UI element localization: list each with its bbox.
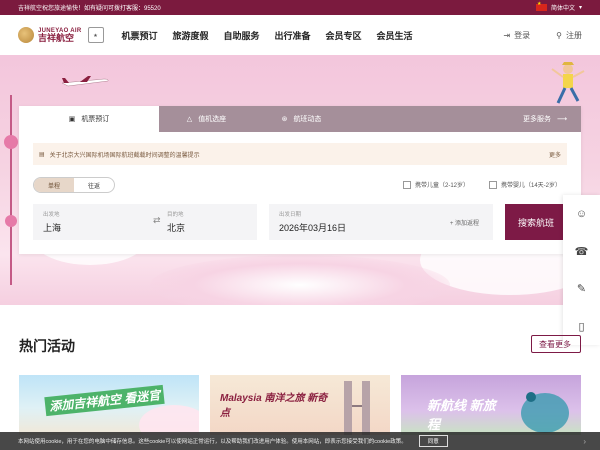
activity-card[interactable]: 添加吉祥航空 看迷官	[19, 375, 199, 435]
child-checkbox[interactable]: 携带儿童（2-12岁）	[403, 180, 469, 189]
side-toolbar: ☺ ☎ ✎ ▯	[563, 195, 600, 345]
flower-decoration	[150, 255, 450, 305]
infant-checkbox[interactable]: 携带婴儿（14天-2岁）	[489, 180, 561, 189]
cookie-text: 本网站使用cookie，用于在您的电脑中储存信息。这些cookie可以使网站正常…	[18, 439, 407, 445]
from-input[interactable]: 上海	[43, 221, 61, 234]
logo-chinese: 吉祥航空	[38, 32, 75, 43]
login-icon: ⇥	[503, 30, 511, 40]
ticket-icon: ▣	[68, 116, 76, 123]
search-flights-button[interactable]: 搜索航班	[505, 204, 567, 240]
arrow-right-icon: ⟶	[556, 116, 567, 123]
checkbox-icon	[403, 180, 411, 189]
date-field[interactable]: 出发日期 2026年03月16日 + 添加返程	[269, 204, 493, 240]
notice-text: 关于北京大兴国际机场国际航班截载时间调整的温馨提示	[49, 152, 200, 159]
notice-bar[interactable]: ▤ 关于北京大兴国际机场国际航班截载时间调整的温馨提示 更多	[33, 143, 567, 165]
trip-type-toggle: 单程 往返	[33, 177, 115, 193]
trip-one-way-button[interactable]: 单程	[34, 178, 74, 192]
trip-round-button[interactable]: 往返	[74, 178, 114, 192]
language-selector[interactable]: 简体中文 ▾	[535, 1, 582, 12]
seat-icon: △	[186, 116, 193, 123]
to-label: 目的地	[167, 212, 184, 218]
site-logo[interactable]: JUNEYAO AIR 吉祥航空 ★	[18, 27, 108, 43]
to-input[interactable]: 北京	[167, 221, 185, 234]
booking-panel: ▣ 机票预订 △ 值机选座 ⊛ 航班动态 更多服务 ⟶ ▤ 关于北京大兴国际机场…	[19, 106, 581, 254]
peacock-illustration	[521, 392, 569, 433]
tab-checkin[interactable]: △ 值机选座	[159, 106, 254, 132]
hot-activities-title: 热门活动	[19, 338, 75, 354]
close-icon[interactable]: ›	[583, 437, 586, 446]
from-label: 出发地	[43, 212, 60, 218]
user-icon: ⚲	[556, 30, 562, 40]
notice-more-link[interactable]: 更多	[549, 150, 561, 159]
activity-card-text: Malaysia 南洋之旅 新奇点	[220, 393, 328, 419]
chevron-down-icon: ▾	[578, 5, 582, 11]
add-return-button[interactable]: + 添加返程	[450, 218, 479, 227]
swap-route-icon[interactable]: ⇄	[153, 215, 161, 226]
route-field: 出发地 上海 ⇄ 目的地 北京	[33, 204, 257, 240]
plane-status-icon: ⊛	[281, 116, 288, 123]
notice-icon: ▤	[39, 151, 45, 158]
more-services-tab[interactable]: 更多服务 ⟶	[491, 106, 581, 132]
nav-item-self-service[interactable]: 自助服务	[216, 29, 267, 42]
nav-item-holiday[interactable]: 旅游度假	[165, 29, 216, 42]
date-input[interactable]: 2026年03月16日	[279, 221, 346, 234]
side-headset-icon[interactable]: ☎	[563, 233, 600, 271]
nav-item-member-zone[interactable]: 会员专区	[318, 29, 369, 42]
booking-tabs: ▣ 机票预订 △ 值机选座 ⊛ 航班动态 更多服务 ⟶	[19, 106, 581, 132]
cookie-accept-button[interactable]: 同意	[418, 435, 448, 447]
language-label: 简体中文	[550, 6, 575, 12]
activity-card[interactable]: Malaysia 南洋之旅 新奇点	[210, 375, 390, 435]
china-flag-icon	[535, 1, 547, 11]
checkbox-icon	[489, 180, 497, 189]
nav-item-travel-prep[interactable]: 出行准备	[267, 29, 318, 42]
tab-flight-booking[interactable]: ▣ 机票预订	[19, 106, 159, 132]
juneyao-logo-icon	[18, 27, 34, 43]
nav-item-flight-booking[interactable]: 机票预订	[114, 29, 165, 42]
pearl-tower-illustration	[4, 95, 18, 285]
top-notice-text: 吉祥航空祝您旅途愉快！如有疑问可拨打客服：95520	[18, 6, 161, 12]
activity-card-text: 新航线 新旅程	[427, 398, 496, 432]
register-link[interactable]: ⚲ 注册	[556, 30, 582, 41]
view-more-button[interactable]: 查看更多	[531, 335, 581, 353]
twin-towers-illustration	[344, 381, 370, 435]
alliance-badge-icon: ★	[87, 27, 104, 43]
date-label: 出发日期	[279, 212, 302, 218]
side-edit-icon[interactable]: ✎	[563, 270, 600, 308]
main-nav: JUNEYAO AIR 吉祥航空 ★ 机票预订 旅游度假 自助服务 出行准备 会…	[0, 15, 600, 55]
top-notice-bar: 吉祥航空祝您旅途愉快！如有疑问可拨打客服：95520 简体中文 ▾	[0, 0, 600, 15]
cookie-consent-bar: 本网站使用cookie，用于在您的电脑中储存信息。这些cookie可以使网站正常…	[0, 432, 600, 450]
nav-item-member-life[interactable]: 会员生活	[369, 29, 420, 42]
airplane-illustration	[61, 76, 109, 87]
login-link[interactable]: ⇥ 登录	[503, 30, 530, 41]
side-user-icon[interactable]: ☺	[563, 195, 600, 233]
traveler-illustration	[551, 62, 585, 104]
tab-flight-status[interactable]: ⊛ 航班动态	[254, 106, 349, 132]
activity-card[interactable]: 新航线 新旅程	[401, 375, 581, 435]
